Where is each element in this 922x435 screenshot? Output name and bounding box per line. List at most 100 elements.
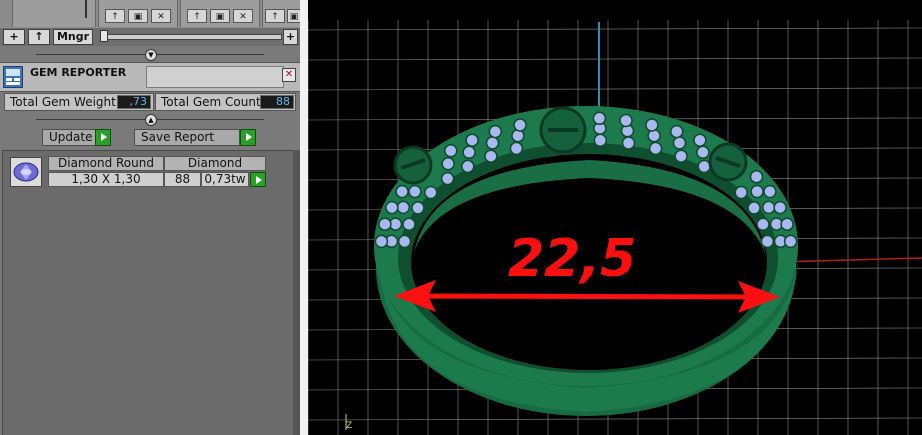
pave-diamond [756, 217, 770, 232]
pave-diamond [385, 200, 399, 215]
pave-diamond [440, 171, 455, 186]
zoom-slider[interactable] [100, 34, 282, 40]
axis-marker: Z [345, 414, 352, 431]
table-header-shape: Diamond Round [48, 156, 164, 171]
pave-diamond [402, 217, 416, 232]
pave-diamond [648, 141, 663, 156]
sub-panel-2: ↑ ▣ ✕ [98, 0, 178, 27]
save-button[interactable]: ▣ [210, 9, 230, 23]
pave-diamond [621, 136, 636, 150]
delete-button[interactable]: ✕ [233, 9, 253, 23]
move-up-button[interactable]: ↑ [265, 9, 285, 23]
pave-diamond [462, 145, 476, 160]
move-up-button[interactable]: ↑ [105, 9, 125, 23]
pave-diamond [592, 111, 607, 126]
panel-separator[interactable] [300, 0, 308, 435]
update-button[interactable]: Update [42, 129, 96, 146]
pave-diamond [783, 234, 798, 249]
table-cell-size: 1,30 X 1,30 [48, 172, 164, 187]
left-panel: ↑ ▣ ✕ ↑ ▣ ✕ ↑ ▣ + ↑ Mngr + ▼ GEM REPORTE… [0, 0, 300, 435]
sub-panel-1 [12, 0, 96, 27]
pave-diamond [511, 128, 525, 143]
pave-diamond [674, 149, 688, 163]
gem-reporter-icon [3, 66, 23, 88]
pave-diamond [378, 217, 392, 231]
dimension-text: 22,5 [508, 229, 636, 289]
pave-diamond [619, 113, 633, 128]
z-axis-label: Z [346, 421, 352, 431]
zoom-plus-button[interactable]: + [283, 29, 298, 45]
pave-diamond [374, 234, 389, 249]
pave-diamond [485, 136, 500, 150]
total-gem-count-value: 88 [260, 95, 294, 109]
pave-diamond [693, 133, 707, 147]
viewport-canvas[interactable]: 22,5 Z [308, 0, 922, 435]
title-bar-area [146, 66, 284, 88]
grid-line [308, 87, 922, 91]
play-icon[interactable] [95, 129, 111, 146]
pave-diamond [761, 200, 776, 215]
pave-diamond [461, 159, 475, 174]
pave-diamond [441, 156, 455, 171]
save-button[interactable]: ▣ [287, 9, 300, 23]
pave-diamond [645, 118, 659, 132]
pave-diamond [509, 141, 524, 156]
collapse-icon[interactable]: ▼ [145, 49, 157, 61]
pave-diamond [408, 184, 422, 199]
grid-line [308, 57, 922, 61]
pave-diamond [773, 200, 787, 215]
diamond-round-icon[interactable] [10, 157, 42, 187]
pave-diamond [672, 136, 687, 150]
play-icon[interactable] [240, 129, 256, 146]
pave-diamond [513, 118, 527, 132]
top-panel-strip: ↑ ▣ ✕ ↑ ▣ ✕ ↑ ▣ [0, 0, 300, 29]
close-icon[interactable]: ✕ [282, 68, 296, 82]
panel-scroll-track[interactable] [293, 150, 300, 435]
pave-diamond [669, 124, 684, 139]
dimension-line [403, 293, 771, 300]
sub-panel-3: ↑ ▣ ✕ [180, 0, 260, 27]
zoom-slider-knob[interactable] [100, 30, 108, 42]
pave-diamond [749, 169, 764, 184]
table-cell-weight: 0,73tw [201, 172, 249, 187]
pave-diamond [424, 185, 438, 200]
pave-diamond [647, 128, 661, 143]
pave-diamond [780, 217, 794, 231]
table-header-type: Diamond [164, 156, 266, 171]
pave-diamond [734, 185, 748, 200]
move-up-button[interactable]: ↑ [187, 9, 207, 23]
table-cell-count: 88 [164, 172, 201, 187]
add-button[interactable]: + [3, 29, 25, 45]
save-report-button[interactable]: Save Report [134, 129, 240, 146]
gem-list [2, 150, 294, 435]
pave-diamond [484, 149, 498, 163]
collapse-icon[interactable]: ▲ [145, 114, 157, 126]
save-button[interactable]: ▣ [128, 9, 148, 23]
pave-diamond [593, 133, 608, 148]
play-icon[interactable] [250, 172, 266, 187]
pave-diamond [397, 234, 412, 249]
up-button[interactable]: ↑ [28, 29, 50, 45]
x-axis-line [777, 257, 922, 263]
pave-diamond [396, 200, 411, 215]
grid-line [308, 417, 922, 421]
delete-button[interactable]: ✕ [151, 9, 171, 23]
pave-diamond [465, 133, 479, 147]
pave-diamond [763, 184, 777, 199]
pave-diamond [696, 145, 710, 160]
pave-diamond [760, 234, 775, 249]
grid-line [308, 27, 922, 31]
gem-reporter-header: GEM REPORTER ✕ [0, 62, 300, 92]
pave-diamond [395, 184, 409, 199]
pave-diamond [747, 201, 761, 215]
toolbar: + ↑ Mngr + [0, 28, 300, 46]
pave-diamond [750, 184, 764, 199]
3d-viewport[interactable]: 22,5 Z [308, 0, 922, 435]
gem-reporter-title: GEM REPORTER [30, 66, 127, 79]
pave-diamond [411, 201, 425, 215]
pave-diamond [488, 124, 503, 139]
scroll-handle[interactable] [85, 0, 87, 18]
sub-panel-4: ↑ ▣ [262, 0, 300, 27]
manager-button[interactable]: Mngr [53, 29, 93, 45]
pave-diamond [444, 144, 458, 158]
